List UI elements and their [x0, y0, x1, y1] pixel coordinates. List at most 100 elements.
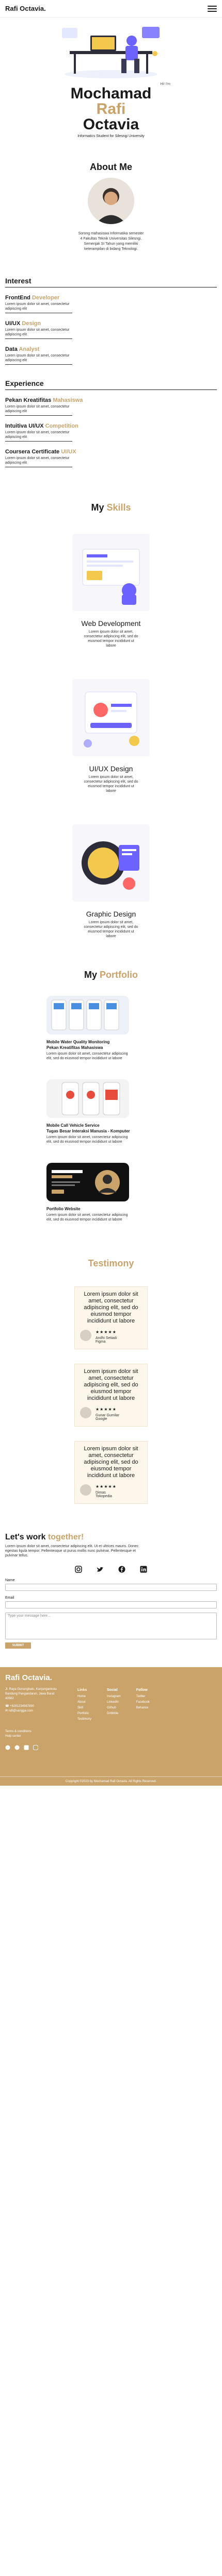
twitter-icon[interactable] [14, 1745, 20, 1750]
portfolio-title: My Portfolio [84, 970, 138, 980]
testimony-text: Lorem ipsum dolor sit amet, consectetur … [84, 1368, 138, 1401]
divider [5, 415, 72, 416]
help-link[interactable]: Help center [5, 1734, 217, 1739]
footer-email: ✉ rafi@sangga.com [5, 1709, 33, 1713]
testimony-section: Testimony Lorem ipsum dolor sit amet, co… [0, 1258, 222, 1504]
skill-illustration [72, 824, 150, 902]
facebook-icon[interactable] [5, 1745, 10, 1750]
interest-title: Interest [5, 277, 31, 285]
portfolio-card[interactable]: Mobile Call Vehicle Service Tugas Besar I… [0, 1079, 222, 1144]
portfolio-title: Portfolio Website [46, 1207, 81, 1211]
footer-link[interactable]: Home [77, 1694, 91, 1700]
portfolio-title: Mobile Water Quality Monitoring [46, 1040, 110, 1044]
twitter-icon[interactable] [96, 1565, 104, 1573]
contact-description: Lorem ipsum dolor sit amet, consectetur … [5, 1545, 139, 1557]
skill-card: UI/UX Design Lorem ipsum dolor sit amet, … [0, 679, 222, 793]
portfolio-thumbnail[interactable] [46, 996, 129, 1035]
footer-link[interactable]: About [77, 1700, 91, 1705]
testimony-card: Lorem ipsum dolor sit amet, consectetur … [74, 1286, 148, 1349]
avatar [88, 178, 134, 224]
divider [5, 441, 72, 442]
testimony-info: ★★★★★ Andhi Setiadi Figma [96, 1330, 117, 1344]
portfolio-subtitle: Pekan Kreatifitas Mahasiswa [46, 1045, 103, 1050]
about-section: About Me Sorong mahasiswa Informatika se… [0, 138, 222, 252]
skill-card: Web Development Lorem ipsum dolor sit ame… [0, 534, 222, 648]
avatar [80, 1484, 91, 1496]
experience-item-desc: Lorem ipsum dolor sit amet, consectetur … [5, 431, 70, 439]
portfolio-desc: Lorem ipsum dolor sit amet, consectetur … [46, 1213, 128, 1222]
footer-follow-heading: Follow [136, 1688, 148, 1692]
instagram-icon[interactable] [74, 1565, 83, 1573]
hero-middle-name: Rafi [96, 100, 126, 117]
skills-title: My Skills [91, 502, 131, 513]
copyright: Copyright ©2023 by Mochamad Rafi Octavia… [0, 1776, 222, 1786]
interest-item-title: UI/UX Design [5, 320, 41, 327]
menu-icon[interactable] [208, 5, 217, 12]
testimony-company: Google [96, 1417, 107, 1421]
footer-link[interactable]: Skill [77, 1705, 91, 1711]
portfolio-card[interactable]: Mobile Water Quality Monitoring Pekan Kre… [0, 996, 222, 1061]
footer-link[interactable]: Facebook [136, 1700, 150, 1705]
footer-follow-col: Follow Twitter Facebook Behance [136, 1687, 150, 1722]
interest-item-desc: Lorem ipsum dolor sit amet, consectetur … [5, 328, 70, 336]
footer-link[interactable]: Twitter [136, 1694, 150, 1700]
footer-link[interactable]: Testimony [77, 1717, 91, 1722]
message-field[interactable]: Type your message here... [5, 1613, 217, 1639]
footer-phone: ☎ +6281234567890 [5, 1705, 35, 1708]
portfolio-thumbnail[interactable] [46, 1079, 129, 1118]
hero-role: Informatics Student for Silesngi Univers… [77, 134, 145, 138]
footer-logo[interactable]: Rafi Octavia. [5, 1673, 217, 1682]
email-field[interactable] [5, 1601, 217, 1608]
footer-legal-links: Terms & conditions Help center [5, 1730, 217, 1739]
submit-button[interactable]: SUBMIT [5, 1642, 31, 1649]
testimony-name: Andhi Setiadi [96, 1336, 117, 1340]
hero-last-name: Octavia [83, 116, 139, 133]
skill-illustration [72, 534, 150, 611]
terms-link[interactable]: Terms & conditions [5, 1730, 217, 1734]
testimony-name: Gunar Gumilar [96, 1414, 119, 1417]
portfolio-title: Mobile Call Vehicle Service [46, 1123, 100, 1128]
experience-section: Experience Pekan Kreatifitas Mahasiswa Lo… [0, 379, 222, 467]
divider [5, 338, 72, 339]
testimony-info: ★★★★★ Dimas Tokopedia [96, 1484, 117, 1498]
instagram-icon[interactable] [33, 1745, 38, 1750]
skill-desc: Lorem ipsum dolor sit amet, consectetur … [84, 921, 138, 938]
contact-social-links [5, 1565, 217, 1573]
avatar [80, 1407, 91, 1418]
footer-link[interactable]: Dribbble [107, 1711, 121, 1717]
skills-section: My Skills Web Development Lorem ipsum dol… [0, 502, 222, 939]
interest-item: UI/UX Design Lorem ipsum dolor sit amet, … [5, 320, 217, 339]
skill-desc: Lorem ipsum dolor sit amet, consectetur … [84, 775, 138, 793]
about-text: Sorong mahasiswa Informatika semester 4 … [78, 232, 144, 251]
footer-link[interactable]: Instagram [107, 1694, 121, 1700]
name-field[interactable] [5, 1584, 217, 1591]
footer-link[interactable]: Github [107, 1705, 121, 1711]
testimony-meta: ★★★★★ Dimas Tokopedia [80, 1484, 142, 1498]
experience-item-desc: Lorem ipsum dolor sit amet, consectetur … [5, 405, 70, 413]
skill-desc: Lorem ipsum dolor sit amet, consectetur … [84, 630, 138, 648]
portfolio-card[interactable]: Portfolio Website Lorem ipsum dolor sit a… [0, 1163, 222, 1222]
facebook-icon[interactable] [118, 1565, 126, 1573]
portfolio-thumbnail[interactable] [46, 1163, 129, 1201]
experience-title: Experience [5, 379, 44, 387]
footer-link[interactable]: Portfolio [77, 1711, 91, 1717]
experience-item-title: Intuitiva UI/UX Competition [5, 423, 78, 429]
contact-title: Let's work together! [5, 1533, 84, 1541]
footer-link[interactable]: Behance [136, 1705, 150, 1711]
linkedin-icon[interactable] [139, 1565, 148, 1573]
testimony-meta: ★★★★★ Andhi Setiadi Figma [80, 1330, 142, 1344]
rating-stars: ★★★★★ [96, 1330, 117, 1334]
experience-item: Coursera Certificate UI/UX Lorem ipsum do… [5, 449, 217, 467]
experience-item: Intuitiva UI/UX Competition Lorem ipsum d… [5, 423, 217, 442]
footer-links-heading: Links [77, 1688, 87, 1692]
footer-social-heading: Social [107, 1688, 118, 1692]
divider [5, 389, 217, 390]
site-logo[interactable]: Rafi Octavia. [5, 5, 46, 12]
testimony-name: Dimas [96, 1491, 106, 1495]
portfolio-desc: Lorem ipsum dolor sit amet, consectetur … [46, 1136, 128, 1144]
linkedin-icon[interactable] [24, 1745, 29, 1750]
skill-name: Web Development [81, 619, 141, 628]
site-footer: Rafi Octavia. Jl. Raya Gunungbatu, Kunju… [0, 1667, 222, 1786]
testimony-title: Testimony [88, 1258, 134, 1268]
footer-link[interactable]: LinkedIn [107, 1700, 121, 1705]
